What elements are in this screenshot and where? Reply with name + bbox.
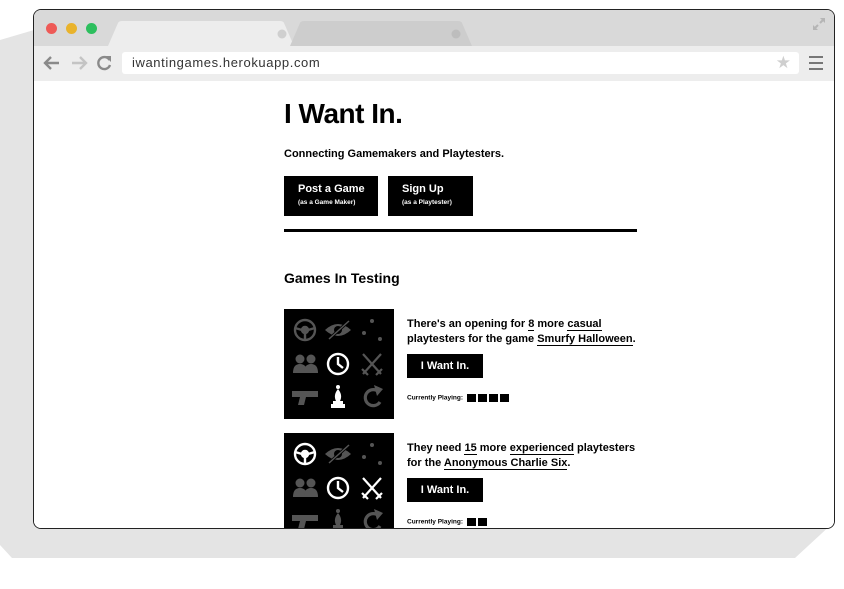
crossed-swords-icon [361, 353, 383, 376]
i-want-in-button[interactable]: I Want In. [407, 478, 483, 502]
tagline: Connecting Gamemakers and Playtesters. [284, 148, 505, 160]
game-name-link[interactable]: Smurfy Halloween [537, 333, 633, 346]
player-square [488, 394, 498, 402]
people-icon [293, 354, 318, 373]
steering-wheel-icon [293, 318, 317, 342]
post-game-button[interactable]: Post a Game (as a Game Maker) [284, 176, 378, 216]
minimize-window-button[interactable] [66, 23, 77, 34]
player-square [477, 394, 487, 402]
page-content: I Want In. Connecting Gamemakers and Pla… [34, 81, 834, 528]
player-count-link[interactable]: 8 [528, 318, 535, 331]
sentence-end: . [632, 333, 636, 345]
browser-window: iwantingames.herokuapp.com ★ I Want In. … [34, 10, 834, 528]
game-name-link[interactable]: Anonymous Charlie Six [443, 457, 568, 470]
player-square [466, 518, 476, 526]
player-square [477, 518, 487, 526]
game-thumbnail [284, 433, 394, 528]
back-arrow-icon[interactable] [43, 54, 61, 72]
people-icon [293, 478, 318, 497]
sign-up-sublabel: (as a Playtester) [402, 199, 452, 206]
currently-playing: Currently Playing: [407, 518, 487, 526]
fullscreen-icon[interactable] [812, 17, 826, 31]
divider [284, 229, 637, 232]
game-card: There's an opening for 8 more casual pla… [284, 309, 639, 421]
tab-active[interactable] [108, 21, 294, 46]
dots-icon [362, 319, 382, 341]
pistol-icon [292, 515, 318, 528]
clock-icon [326, 476, 350, 500]
crossed-swords-icon [361, 477, 383, 500]
mid-text: playtesters for the game [407, 333, 535, 345]
currently-playing-label: Currently Playing: [407, 394, 463, 402]
player-type-link[interactable]: experienced [509, 442, 574, 455]
chess-bishop-icon [333, 509, 343, 528]
game-thumbnail [284, 309, 394, 419]
zoom-window-button[interactable] [86, 23, 97, 34]
browser-toolbar: iwantingames.herokuapp.com ★ [34, 46, 834, 81]
post-game-label: Post a Game [298, 183, 365, 195]
pistol-icon [292, 391, 318, 405]
sign-up-label: Sign Up [402, 183, 444, 195]
genre-icon-grid [292, 442, 383, 528]
more-text: more [537, 318, 565, 330]
address-bar[interactable]: iwantingames.herokuapp.com ★ [122, 52, 799, 74]
dots-icon [362, 443, 382, 465]
player-square [499, 394, 509, 402]
site-title: I Want In. [284, 98, 403, 129]
i-want-in-button[interactable]: I Want In. [407, 354, 483, 378]
genre-icon-grid [292, 318, 383, 408]
sign-up-button[interactable]: Sign Up (as a Playtester) [388, 176, 473, 216]
opening-intro: There's an opening for [407, 318, 526, 330]
eye-hidden-icon [325, 318, 352, 342]
reload-icon[interactable] [95, 54, 113, 72]
opening-intro: They need [407, 442, 462, 454]
section-title: Games In Testing [284, 270, 400, 286]
currently-playing-label: Currently Playing: [407, 518, 463, 526]
steering-wheel-icon [293, 442, 317, 466]
bookmark-star-icon[interactable]: ★ [776, 53, 791, 73]
tab-inactive[interactable] [290, 21, 472, 46]
game-description: They need 15 more experienced playtester… [407, 441, 639, 471]
player-type-link[interactable]: casual [567, 318, 602, 331]
player-squares [465, 518, 487, 526]
eye-hidden-icon [325, 442, 352, 466]
forward-arrow-icon[interactable] [70, 54, 88, 72]
post-game-sublabel: (as a Game Maker) [298, 199, 356, 206]
player-square [466, 394, 476, 402]
game-card: They need 15 more experienced playtester… [284, 433, 639, 528]
url-text: iwantingames.herokuapp.com [132, 55, 321, 70]
sentence-end: . [567, 457, 571, 469]
menu-icon[interactable] [809, 56, 823, 70]
tab-close-icon [277, 29, 287, 39]
clock-icon [326, 352, 350, 376]
player-count-link[interactable]: 15 [464, 442, 477, 455]
player-squares [465, 394, 509, 402]
chess-bishop-icon [331, 385, 345, 408]
close-window-button[interactable] [46, 23, 57, 34]
more-text: more [479, 442, 507, 454]
game-description: There's an opening for 8 more casual pla… [407, 317, 639, 347]
title-bar: iwantingames.herokuapp.com ★ [34, 10, 834, 81]
currently-playing: Currently Playing: [407, 394, 509, 402]
